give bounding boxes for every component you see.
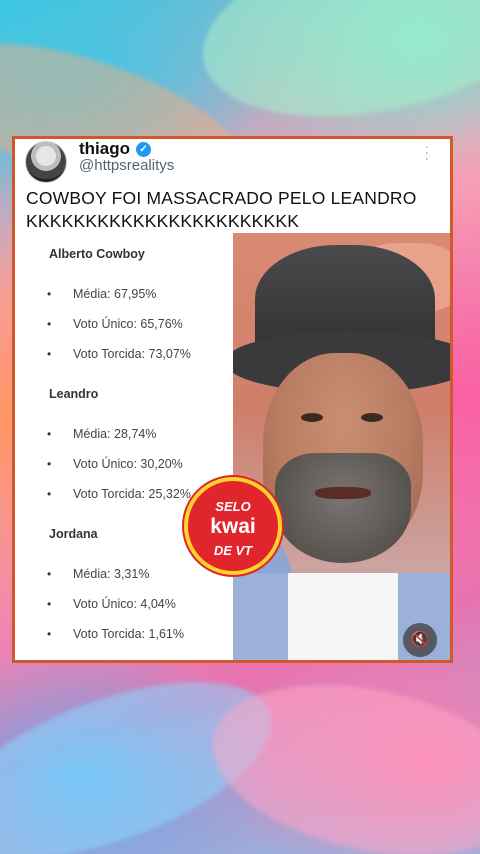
stat-text: Voto Torcida: 73,07% bbox=[73, 347, 191, 361]
badge-line-2: kwai bbox=[210, 515, 256, 538]
stat-text: Média: 67,95% bbox=[73, 287, 157, 301]
badge-line-3: DE VT bbox=[213, 543, 253, 558]
candidate-name: Leandro bbox=[49, 387, 99, 401]
stat-text: Voto Único: 4,04% bbox=[73, 597, 176, 611]
stat-row: • Voto Torcida: 73,07% bbox=[47, 347, 191, 361]
stat-text: Voto Único: 30,20% bbox=[73, 457, 183, 471]
post-header: thiago ✓ @httpsrealitys ··· bbox=[15, 139, 450, 185]
bullet: • bbox=[47, 457, 52, 471]
candidate-name: Jordana bbox=[49, 527, 98, 541]
stat-row: • Voto Único: 65,76% bbox=[47, 317, 183, 331]
stat-row: • Média: 67,95% bbox=[47, 287, 156, 301]
stat-row: • Média: 28,74% bbox=[47, 427, 156, 441]
bullet: • bbox=[47, 597, 52, 611]
candidate-name: Alberto Cowboy bbox=[49, 247, 145, 261]
stat-text: Média: 28,74% bbox=[73, 427, 157, 441]
mouth bbox=[315, 487, 371, 499]
bullet: • bbox=[47, 487, 52, 501]
post-card[interactable]: thiago ✓ @httpsrealitys ··· COWBOY FOI M… bbox=[12, 136, 453, 663]
bullet: • bbox=[47, 427, 52, 441]
eye bbox=[361, 413, 383, 422]
stat-row: • Voto Único: 30,20% bbox=[47, 457, 183, 471]
bullet: • bbox=[47, 567, 52, 581]
stat-row: • Média: 3,31% bbox=[47, 567, 149, 581]
bullet: • bbox=[47, 627, 52, 641]
stat-text: Voto Único: 65,76% bbox=[73, 317, 183, 331]
author-name[interactable]: thiago bbox=[79, 139, 130, 159]
stat-row: • Voto Torcida: 1,61% bbox=[47, 627, 184, 641]
beard bbox=[275, 453, 411, 563]
author-handle[interactable]: @httpsrealitys bbox=[79, 157, 174, 174]
background-wave bbox=[186, 0, 480, 146]
stat-text: Voto Torcida: 25,32% bbox=[73, 487, 191, 501]
bullet: • bbox=[47, 317, 52, 331]
post-text: COWBOY FOI MASSACRADO PELO LEANDRO KKKKK… bbox=[26, 188, 417, 231]
bullet: • bbox=[47, 287, 52, 301]
avatar[interactable] bbox=[25, 141, 67, 183]
stat-text: Média: 3,31% bbox=[73, 567, 150, 581]
stat-text: Voto Torcida: 1,61% bbox=[73, 627, 184, 641]
author-row: thiago ✓ bbox=[79, 139, 151, 159]
verified-badge-icon: ✓ bbox=[136, 141, 151, 157]
speaker-muted-icon[interactable]: 🔇 bbox=[403, 623, 437, 657]
bullet: • bbox=[47, 347, 52, 361]
more-options-icon[interactable]: ··· bbox=[420, 145, 436, 162]
eye bbox=[301, 413, 323, 422]
poll-results-panel: Alberto Cowboy • Média: 67,95% • Voto Únic… bbox=[15, 233, 235, 660]
stat-row: • Voto Único: 4,04% bbox=[47, 597, 176, 611]
post-photo[interactable]: 🔇 bbox=[233, 233, 450, 660]
kwai-badge-logo: SELO kwai DE VT bbox=[184, 477, 282, 575]
stat-row: • Voto Torcida: 25,32% bbox=[47, 487, 191, 501]
badge-line-1: SELO bbox=[215, 499, 251, 514]
